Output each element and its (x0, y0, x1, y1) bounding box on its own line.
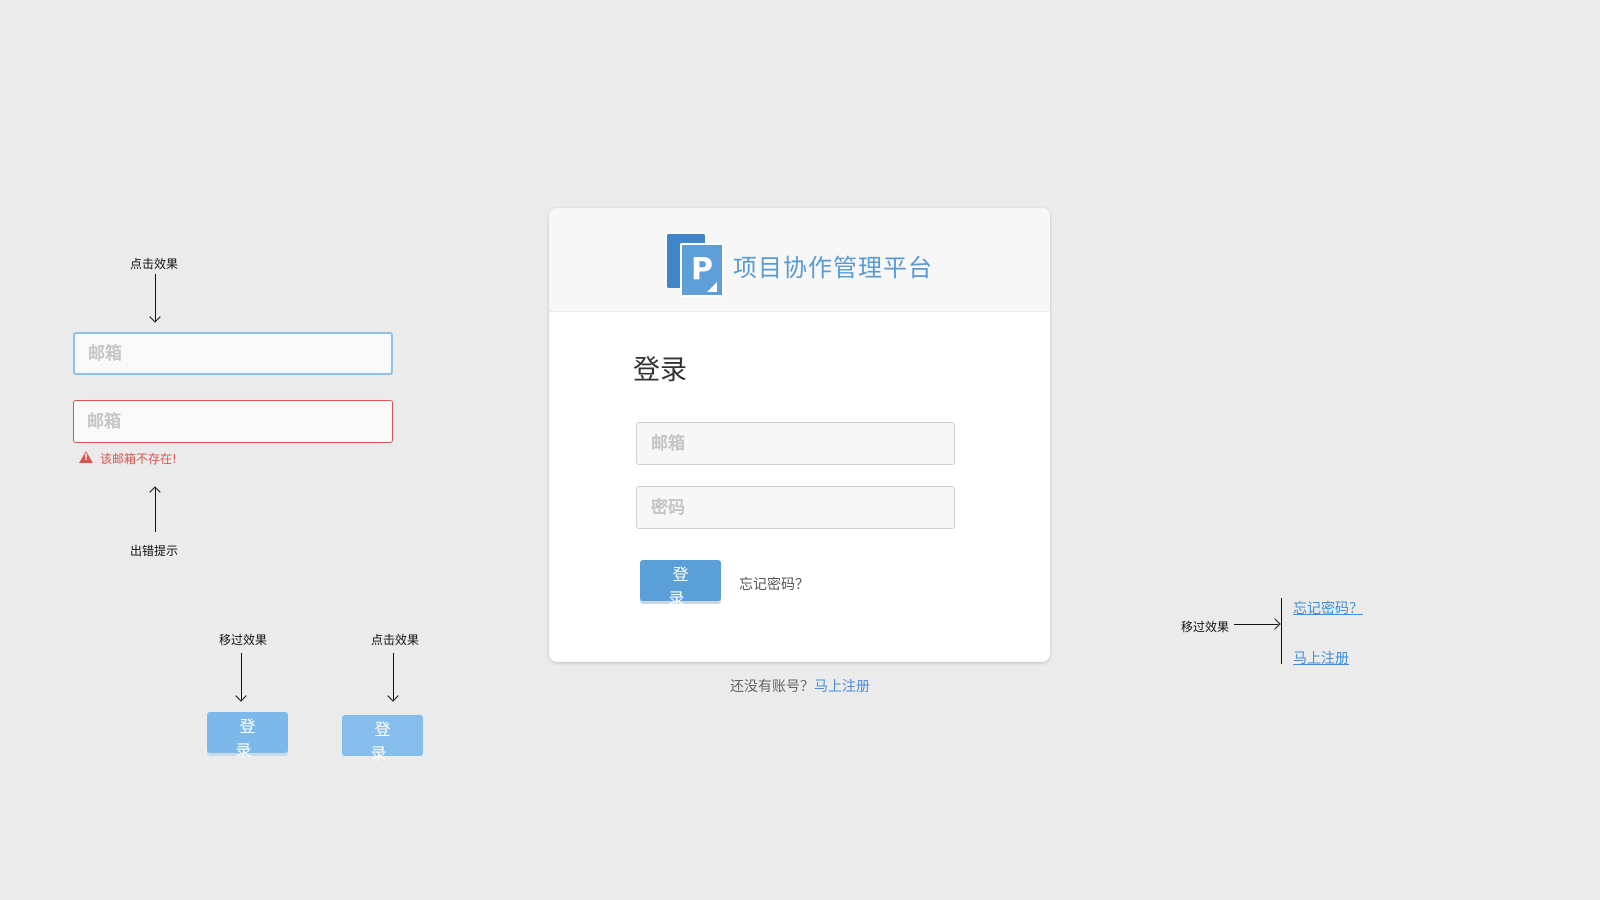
input-click-effect-note: 点击效果 (130, 257, 179, 271)
demo-login-button-hover[interactable]: 登 录 (207, 712, 288, 760)
link-hover-effect-note: 移过效果 (1181, 620, 1230, 634)
login-button[interactable]: 登 录 (640, 560, 721, 608)
signup-prompt: 还没有账号？ (730, 679, 814, 695)
login-heading: 登录 (633, 355, 687, 386)
brand-logo: P (667, 234, 724, 297)
email-input[interactable] (636, 422, 955, 465)
error-hint-arrow-line (155, 488, 156, 532)
input-click-arrowhead (149, 311, 161, 323)
demo-login-button-click[interactable]: 登 录 (342, 715, 423, 763)
login-card: P 项目协作管理平台 登录 登 录 忘记密码？ (549, 208, 1050, 662)
forgot-password-link[interactable]: 忘记密码？ (739, 574, 809, 594)
password-input[interactable] (636, 486, 955, 529)
demo-email-input-focused[interactable] (73, 332, 393, 375)
error-hint-note: 出错提示 (130, 544, 179, 558)
card-header: P 项目协作管理平台 (549, 208, 1050, 312)
signup-line: 还没有账号？马上注册 (730, 676, 870, 696)
logo-fold-corner (707, 282, 717, 292)
brand-title: 项目协作管理平台 (733, 254, 933, 282)
demo-email-input-error[interactable] (73, 400, 393, 443)
link-hover-arrowhead (1269, 618, 1281, 630)
button-click-arrowhead (387, 690, 399, 702)
button-hover-arrowhead (235, 690, 247, 702)
logo-front-page: P (680, 243, 724, 297)
demo-forgot-link-hover[interactable]: 忘记密码？ (1293, 598, 1363, 618)
warning-icon: ! (79, 451, 93, 463)
error-message: 该邮箱不存在! (100, 452, 177, 466)
signup-link[interactable]: 马上注册 (814, 679, 870, 695)
demo-signup-link-hover[interactable]: 马上注册 (1293, 648, 1349, 668)
link-hover-bracket (1281, 598, 1282, 664)
button-hover-effect-note: 移过效果 (219, 633, 268, 647)
button-click-effect-note: 点击效果 (371, 633, 420, 647)
